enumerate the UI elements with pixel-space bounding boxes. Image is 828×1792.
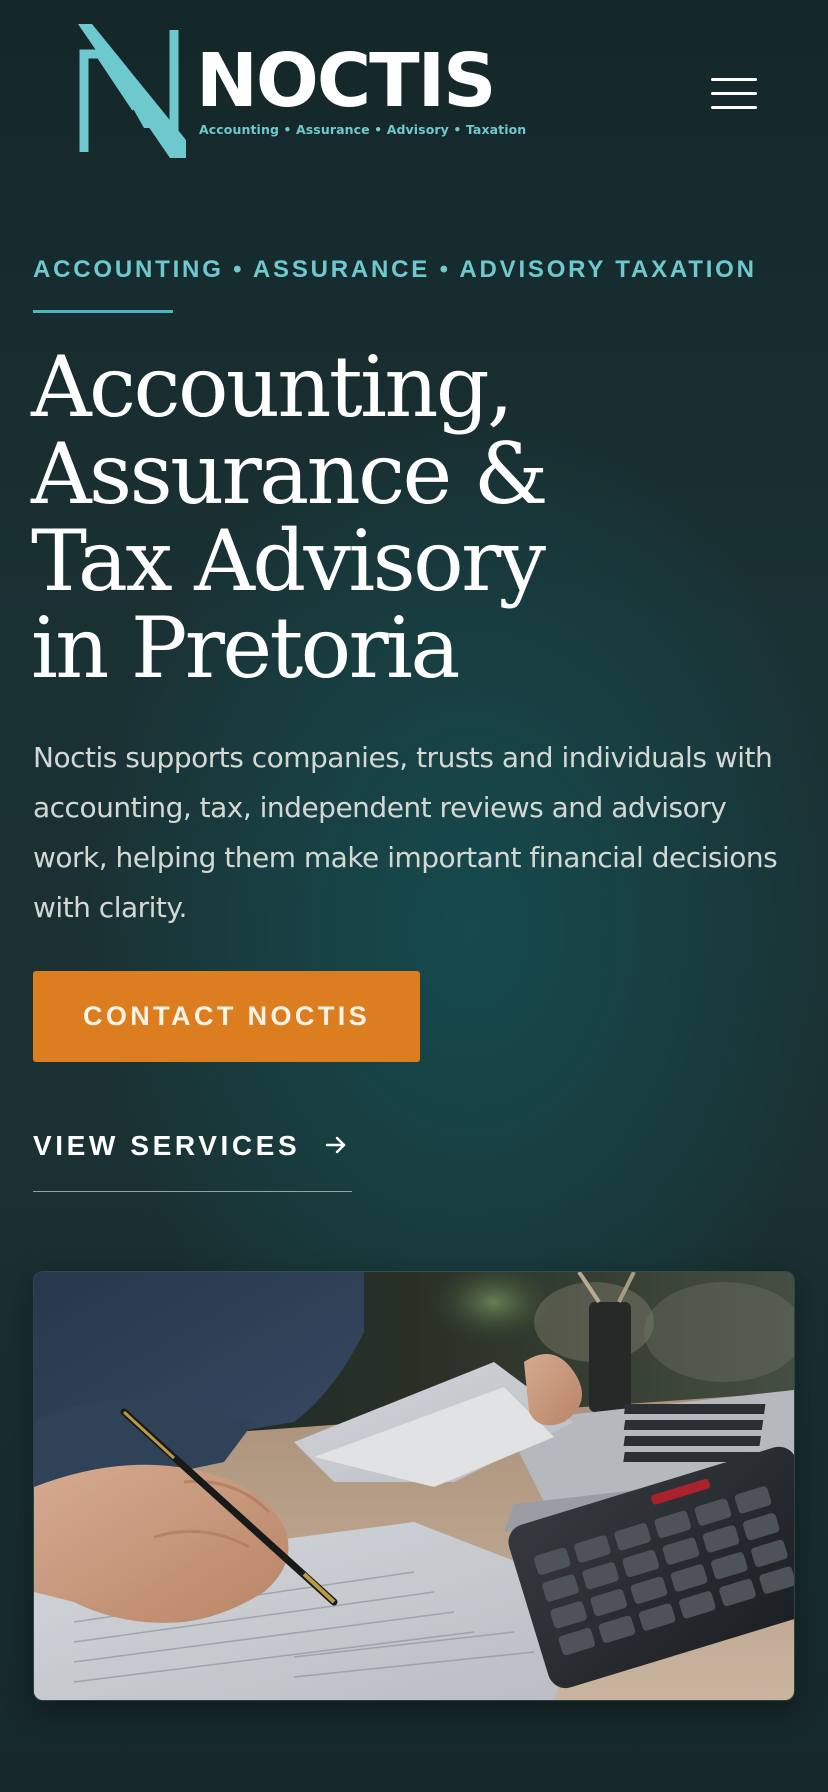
view-services-link[interactable]: VIEW SERVICES [33, 1128, 352, 1192]
site-header: NOCTIS Accounting • Assurance • Advisory… [0, 0, 828, 190]
hero-image [34, 1272, 794, 1700]
headline-line: Accounting, [31, 338, 514, 436]
eyebrow-divider [33, 310, 173, 313]
hero-intro: Noctis supports companies, trusts and in… [33, 741, 778, 924]
hamburger-menu-icon[interactable] [706, 74, 758, 114]
headline-line: Tax Advisory [31, 512, 546, 610]
paperwork-calculator-illustration [34, 1272, 794, 1700]
headline-line: in Pretoria [31, 599, 460, 697]
hero-headline: Accounting, Assurance & Tax Advisory in … [31, 344, 731, 692]
arrow-right-icon [325, 1136, 346, 1154]
view-services-label: VIEW SERVICES [33, 1130, 301, 1161]
noctis-logo-icon [78, 24, 186, 158]
hero-eyebrow: ACCOUNTING • ASSURANCE • ADVISORY TAXATI… [33, 256, 757, 283]
brand-tagline: Accounting • Assurance • Advisory • Taxa… [199, 122, 527, 137]
contact-noctis-button[interactable]: CONTACT NOCTIS [33, 971, 420, 1062]
menu-bar [711, 78, 757, 81]
menu-bar [711, 92, 757, 95]
menu-bar [711, 106, 757, 109]
brand-name: NOCTIS [196, 38, 496, 124]
brand-logo[interactable]: NOCTIS Accounting • Assurance • Advisory… [78, 24, 526, 159]
headline-line: Assurance & [31, 425, 549, 523]
